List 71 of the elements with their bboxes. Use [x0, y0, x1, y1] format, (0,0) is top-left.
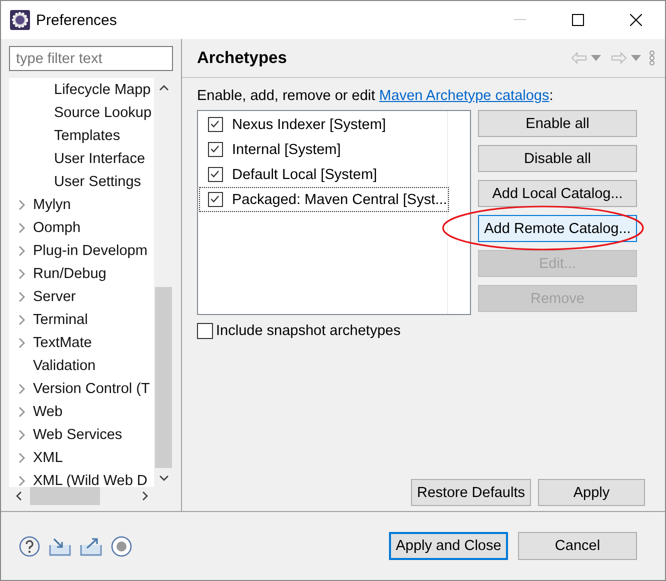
catalog-item[interactable]: Nexus Indexer [System] [199, 112, 449, 137]
tree-item[interactable]: Oomph [33, 220, 81, 236]
catalog-button[interactable]: Add Local Catalog... [478, 180, 637, 207]
tree-item[interactable]: Lifecycle Mapp [54, 82, 151, 98]
chevron-right-icon[interactable] [18, 406, 26, 418]
help-icon[interactable] [19, 536, 40, 556]
checkbox[interactable] [208, 142, 223, 157]
checkbox[interactable] [208, 117, 223, 132]
chevron-right-icon[interactable] [18, 428, 26, 440]
tree-item[interactable]: Server [33, 288, 76, 304]
tree-item[interactable]: Plug-in Developm [33, 242, 148, 258]
gear-icon [10, 10, 30, 30]
scroll-up-icon[interactable] [158, 84, 168, 90]
scroll-right-icon[interactable] [142, 491, 148, 501]
tree-item[interactable]: Mylyn [33, 196, 71, 212]
back-arrow-icon[interactable] [571, 52, 587, 64]
chevron-right-icon[interactable] [18, 314, 26, 326]
catalog-item[interactable]: Internal [System] [199, 137, 449, 162]
tree-item[interactable]: Source Lookup [54, 104, 152, 120]
dropdown-icon[interactable] [631, 55, 641, 61]
tree-item[interactable]: Templates [54, 128, 120, 144]
tree-item[interactable]: Run/Debug [33, 266, 106, 282]
minimize-icon[interactable] [514, 19, 526, 21]
close-icon[interactable] [630, 14, 642, 26]
dialog-button[interactable]: Apply and Close [389, 532, 508, 560]
scrollbar-thumb[interactable] [30, 487, 100, 505]
record-icon[interactable] [111, 536, 132, 556]
restore-defaults-button[interactable]: Restore Defaults [411, 479, 531, 506]
chevron-right-icon[interactable] [18, 382, 26, 394]
checkbox[interactable] [208, 167, 223, 182]
catalogs-link[interactable]: Maven Archetype catalogs [379, 88, 550, 104]
tree-item[interactable]: XML [33, 450, 63, 466]
chevron-right-icon[interactable] [18, 222, 26, 234]
forward-arrow-icon[interactable] [611, 52, 627, 64]
dialog-button[interactable]: Cancel [518, 532, 637, 560]
menu-icon[interactable] [649, 50, 655, 66]
catalog-button[interactable]: Enable all [478, 110, 637, 137]
catalog-button[interactable]: Disable all [478, 145, 637, 172]
tree-item[interactable]: TextMate [33, 334, 92, 350]
dropdown-icon[interactable] [591, 55, 601, 61]
catalog-button[interactable]: Add Remote Catalog... [478, 215, 637, 242]
chevron-right-icon[interactable] [18, 290, 26, 302]
chevron-right-icon[interactable] [18, 336, 26, 348]
scrollbar-thumb[interactable] [155, 287, 172, 468]
tree-item[interactable]: Version Control (T [33, 380, 150, 396]
import-icon[interactable] [49, 536, 71, 556]
checkbox[interactable] [197, 323, 213, 339]
checkbox-label: Include snapshot archetypes [216, 323, 401, 339]
window-title: Preferences [36, 12, 118, 28]
checkbox[interactable] [208, 192, 223, 207]
tree-item[interactable]: Terminal [33, 312, 88, 328]
chevron-right-icon[interactable] [18, 474, 26, 486]
tree-item[interactable]: Web Services [33, 426, 122, 442]
catalog-item[interactable]: Default Local [System] [199, 162, 449, 187]
chevron-right-icon[interactable] [18, 268, 26, 280]
tree-item[interactable]: Validation [33, 358, 96, 374]
tree-item[interactable]: Web [33, 404, 63, 420]
description-text: Enable, add, remove or edit Maven Archetype catalogs: [197, 88, 554, 104]
tree-item[interactable]: User Interface [54, 150, 146, 166]
export-icon[interactable] [80, 536, 102, 556]
scroll-down-icon[interactable] [158, 474, 168, 480]
maximize-icon[interactable] [572, 14, 584, 26]
chevron-right-icon[interactable] [18, 452, 26, 464]
chevron-right-icon[interactable] [18, 244, 26, 256]
filter-field[interactable]: type filter text [9, 46, 173, 71]
chevron-right-icon[interactable] [18, 198, 26, 210]
catalog-item[interactable]: Packaged: Maven Central [Syst... [199, 187, 449, 212]
scroll-left-icon[interactable] [16, 491, 22, 501]
page-title: Archetypes [197, 48, 288, 68]
apply-button[interactable]: Apply [538, 479, 645, 506]
tree-item[interactable]: User Settings [54, 174, 142, 190]
